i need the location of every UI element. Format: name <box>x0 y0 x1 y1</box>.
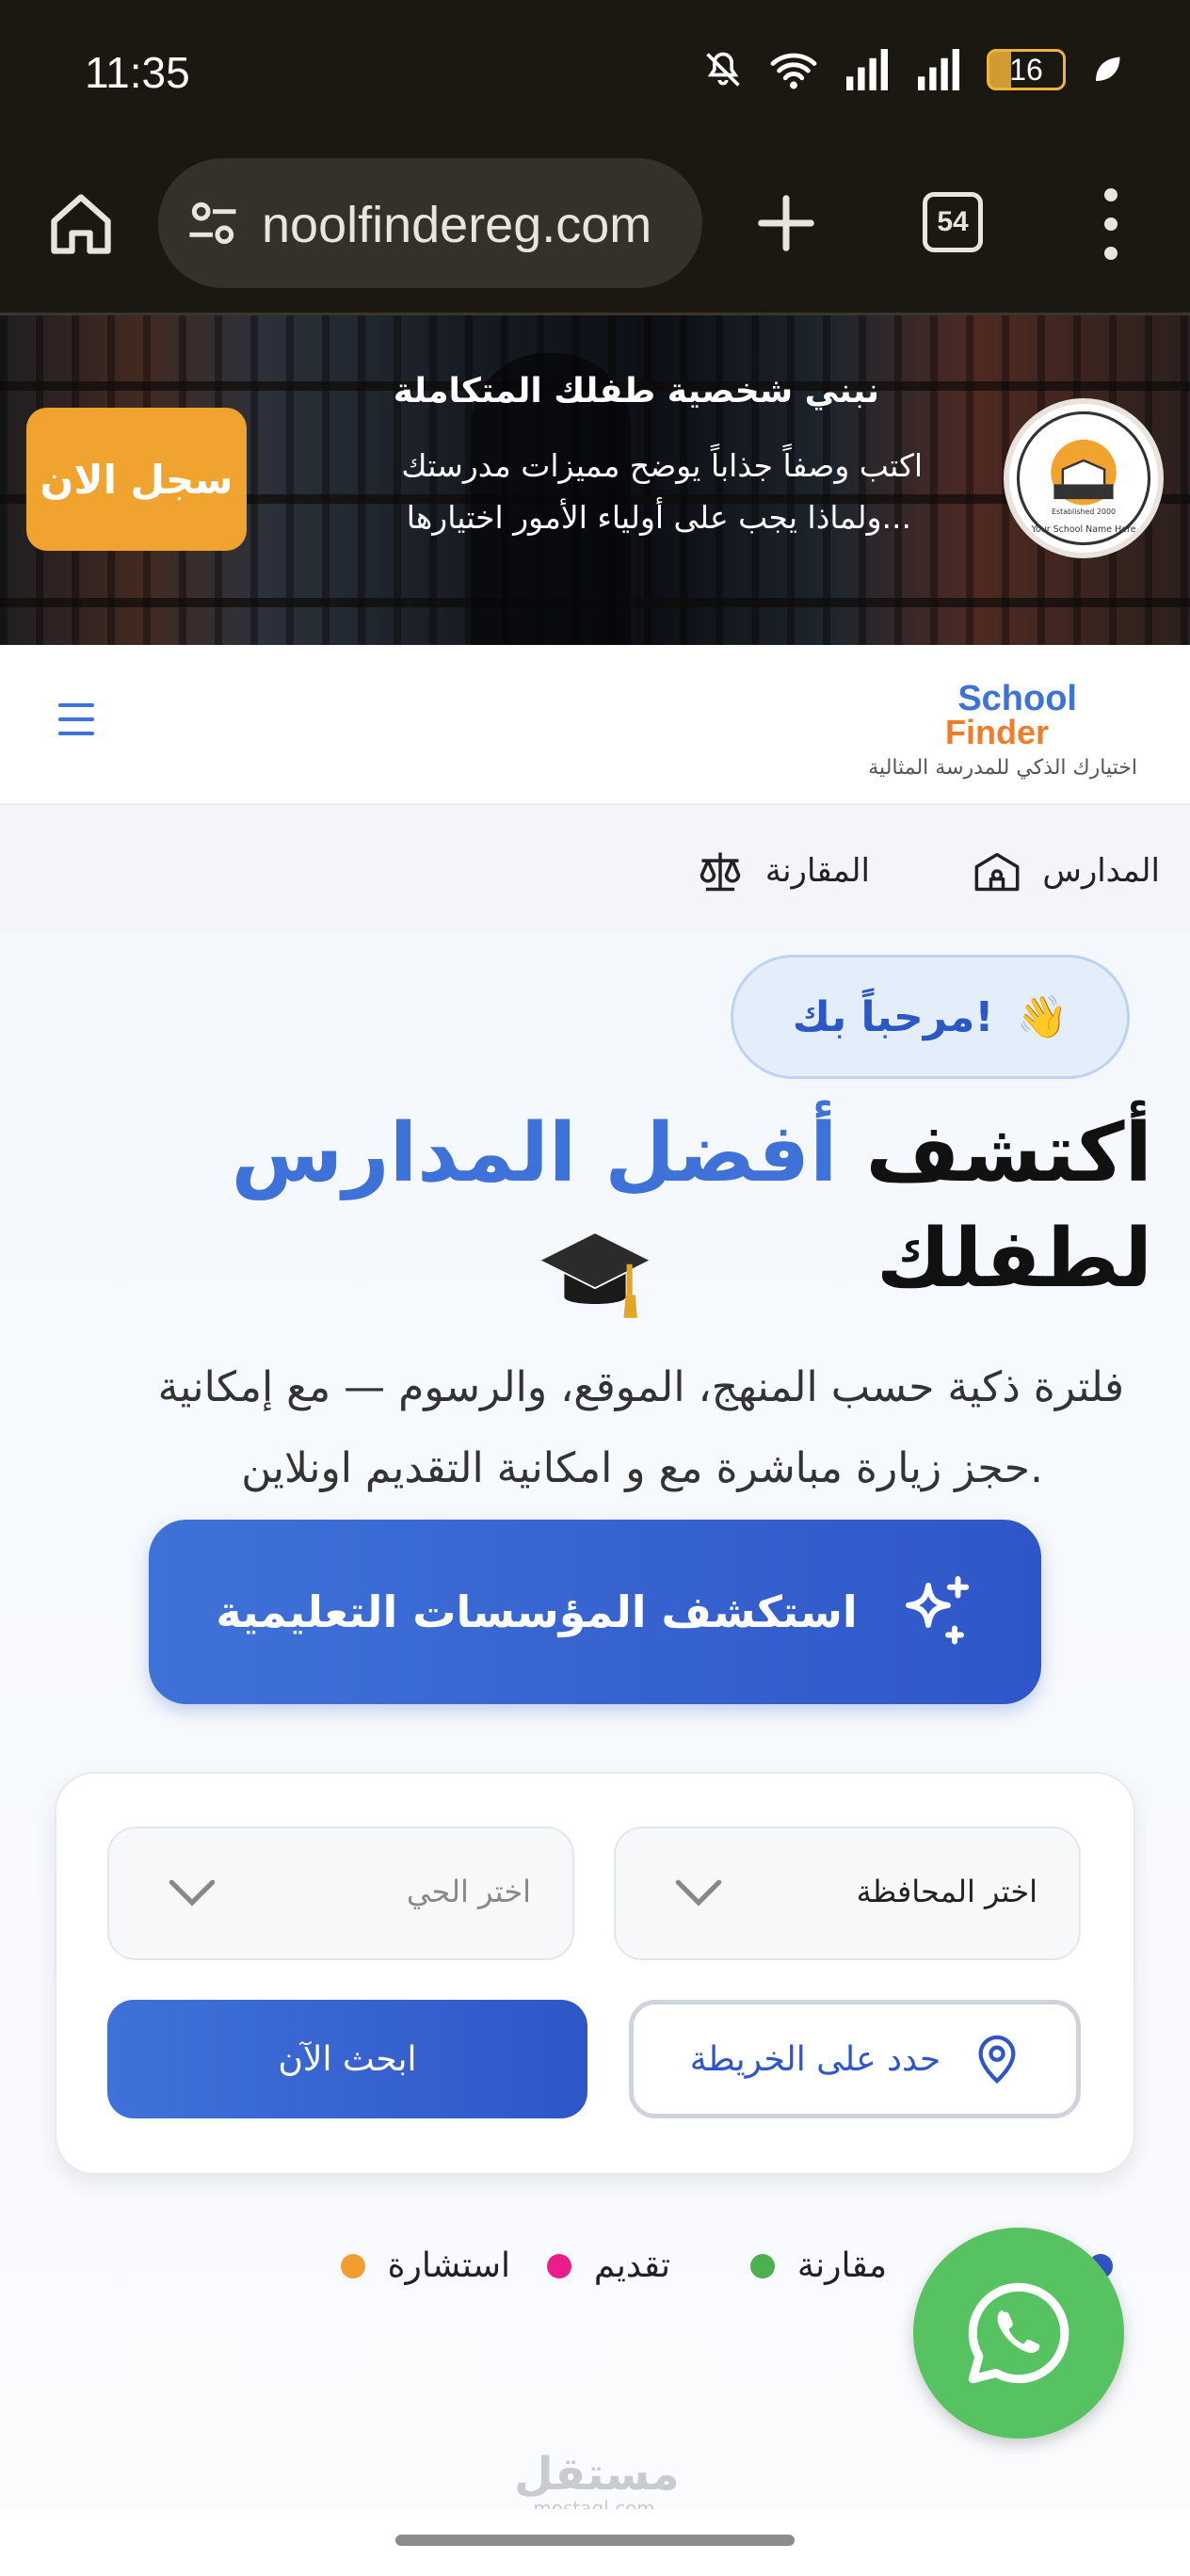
signal-icon-2 <box>918 49 959 90</box>
district-select[interactable]: اختر الحي <box>107 1827 574 1960</box>
whatsapp-icon <box>968 2282 1069 2384</box>
graduation-cap-icon <box>540 1233 650 1318</box>
more-menu-icon[interactable] <box>1092 188 1130 260</box>
svg-text:Your School Name Here: Your School Name Here <box>1030 524 1135 535</box>
hero-subtitle-line1: فلترة ذكية حسب المنهج، الموقع، والرسوم —… <box>157 1363 1124 1411</box>
banner-description-line1: اكتب وصفاً جذاباً يوضح مميزات مدرستك <box>401 447 923 484</box>
governorate-value: اختر المحافظة <box>856 1874 1037 1909</box>
svg-text:Established 2000: Established 2000 <box>1052 507 1116 516</box>
chevron-down-icon <box>169 1879 216 1907</box>
whatsapp-button[interactable] <box>913 2228 1124 2439</box>
legend-dot <box>749 2253 775 2278</box>
nav-schools-label: المدارس <box>1042 852 1160 890</box>
welcome-pill: مرحباً بك! 👋 <box>731 955 1130 1079</box>
district-placeholder: اختر الحي <box>406 1874 531 1909</box>
map-button-label: حدد على الخريطة <box>689 2039 941 2079</box>
status-bar: 11:35 16 <box>0 0 1190 151</box>
site-header: School Finder اختيارك الذكي للمدرسة المث… <box>0 645 1190 805</box>
nav-comparison-label: المقارنة <box>764 852 870 890</box>
explore-label: استكشف المؤسسات التعليمية <box>216 1586 858 1637</box>
sparkle-icon <box>905 1576 969 1645</box>
leaf-icon <box>1096 56 1120 81</box>
signal-icon <box>846 49 888 90</box>
select-on-map-button[interactable]: حدد على الخريطة <box>629 2000 1081 2118</box>
address-bar[interactable]: noolfindereg.com <box>158 158 702 288</box>
status-icons: 16 <box>702 49 1124 90</box>
new-tab-icon[interactable] <box>753 190 819 256</box>
nav-strip: المدارس المقارنة <box>0 805 1190 932</box>
legend-apply: تقديم <box>546 2246 670 2285</box>
banner-title: نبني شخصية طفلك المتكاملة <box>393 372 879 411</box>
logo-finder-text[interactable]: Finder <box>945 713 1049 752</box>
scale-icon <box>700 852 741 892</box>
school-seal-logo: Established 2000 Your School Name Here <box>1004 398 1164 558</box>
site-settings-icon[interactable] <box>185 198 241 249</box>
browser-toolbar: noolfindereg.com 54 <box>0 151 1190 315</box>
legend-consultation: استشارة <box>340 2246 510 2285</box>
school-building-icon <box>974 852 1020 892</box>
legend-comparison: مقارنة <box>749 2246 887 2285</box>
nav-schools[interactable]: المدارس <box>973 846 1160 895</box>
chevron-down-icon <box>675 1879 722 1907</box>
nav-comparison[interactable]: المقارنة <box>696 846 870 895</box>
battery-indicator: 16 <box>987 49 1066 90</box>
banner-description-line2: ولماذا يجب على أولياء الأمور اختيارها... <box>406 499 911 536</box>
governorate-select[interactable]: اختر المحافظة <box>614 1827 1081 1960</box>
tab-switcher-button[interactable]: 54 <box>923 192 983 252</box>
ad-banner: سجل الان نبني شخصية طفلك المتكاملة اكتب … <box>0 315 1190 645</box>
hero-title-accent: أفضل المدارس <box>231 1106 838 1200</box>
legend-dot <box>546 2253 571 2278</box>
status-time: 11:35 <box>85 48 190 97</box>
waving-hand-icon: 👋 <box>1016 993 1069 1041</box>
hero-subtitle-line2: حجز زيارة مباشرة مع و امكانية التقديم او… <box>241 1444 1043 1492</box>
legend-dot <box>340 2253 365 2278</box>
mute-icon <box>706 52 740 87</box>
register-now-button[interactable]: سجل الان <box>26 408 247 551</box>
search-now-button[interactable]: ابحث الآن <box>107 2000 587 2118</box>
hamburger-menu-icon[interactable] <box>58 703 94 735</box>
map-pin-icon <box>978 2035 1016 2084</box>
home-icon[interactable] <box>45 188 117 260</box>
explore-institutions-button[interactable]: استكشف المؤسسات التعليمية <box>149 1520 1041 1704</box>
logo-tagline: اختيارك الذكي للمدرسة المثالية <box>868 756 1137 780</box>
home-indicator[interactable] <box>395 2535 795 2546</box>
welcome-label: مرحباً بك! <box>792 992 994 1041</box>
url-text: noolfindereg.com <box>262 197 652 253</box>
wifi-icon <box>770 53 817 89</box>
